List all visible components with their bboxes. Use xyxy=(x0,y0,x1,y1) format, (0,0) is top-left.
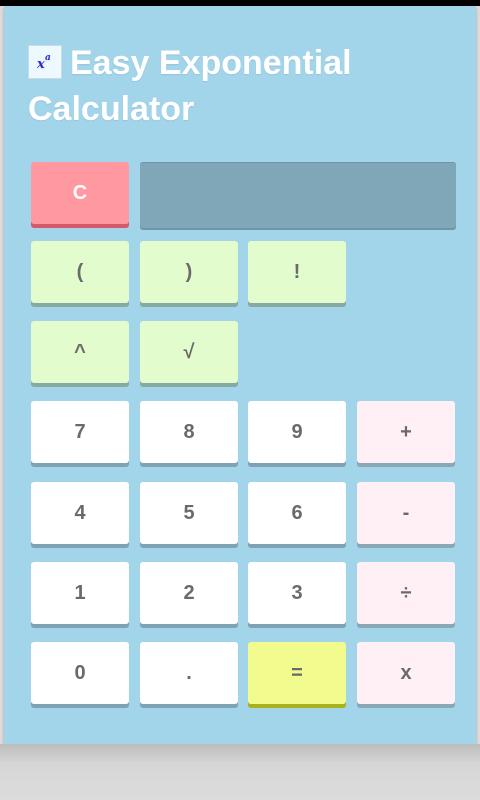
sqrt-button[interactable]: √ xyxy=(140,321,238,383)
digit-7-button[interactable]: 7 xyxy=(31,401,129,463)
digit-4-button[interactable]: 4 xyxy=(31,482,129,544)
result-display xyxy=(140,162,456,228)
digit-2-button[interactable]: 2 xyxy=(140,562,238,624)
svg-text:x: x xyxy=(36,57,45,72)
equals-button[interactable]: = xyxy=(248,642,346,704)
factorial-button[interactable]: ! xyxy=(248,241,346,303)
exponent-logo-icon: x a xyxy=(28,45,62,79)
close-paren-button[interactable]: ) xyxy=(140,241,238,303)
clear-button[interactable]: C xyxy=(31,162,129,224)
open-paren-button[interactable]: ( xyxy=(31,241,129,303)
app-title-block: x a Easy Exponential Calculator xyxy=(28,40,448,132)
digit-0-button[interactable]: 0 xyxy=(31,642,129,704)
digit-8-button[interactable]: 8 xyxy=(140,401,238,463)
multiply-button[interactable]: x xyxy=(357,642,455,704)
minus-button[interactable]: - xyxy=(357,482,455,544)
digit-3-button[interactable]: 3 xyxy=(248,562,346,624)
page-title: Easy Exponential Calculator xyxy=(28,44,352,128)
bottom-bar xyxy=(0,744,480,800)
digit-1-button[interactable]: 1 xyxy=(31,562,129,624)
svg-text:a: a xyxy=(45,53,51,63)
divide-button[interactable]: ÷ xyxy=(357,562,455,624)
plus-button[interactable]: + xyxy=(357,401,455,463)
digit-6-button[interactable]: 6 xyxy=(248,482,346,544)
power-button[interactable]: ^ xyxy=(31,321,129,383)
digit-5-button[interactable]: 5 xyxy=(140,482,238,544)
digit-9-button[interactable]: 9 xyxy=(248,401,346,463)
decimal-point-button[interactable]: . xyxy=(140,642,238,704)
